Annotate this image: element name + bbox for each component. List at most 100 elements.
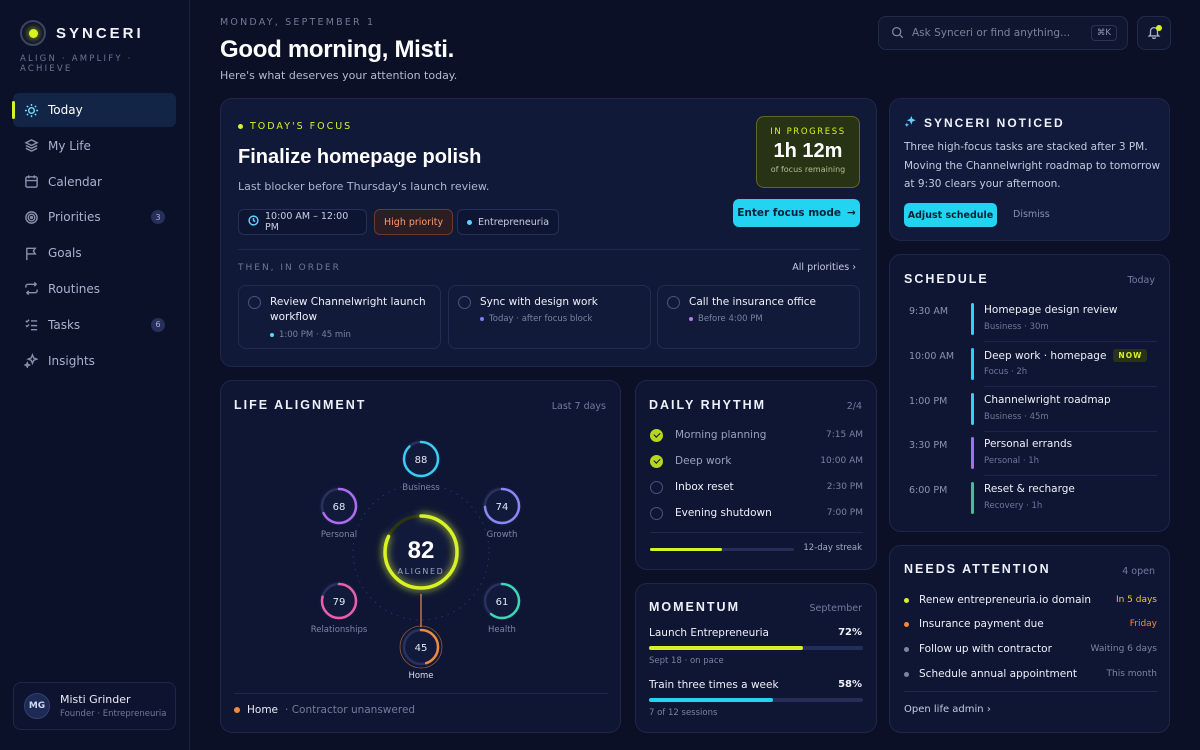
sparkle-icon <box>904 115 917 131</box>
alert-area: Home <box>247 704 279 716</box>
life-alignment-panel: LIFE ALIGNMENT Last 7 days 88 Business 74 G… <box>220 380 621 733</box>
attention-item[interactable]: Follow up with contractor Waiting 6 days <box>904 640 1157 658</box>
notifications-button[interactable] <box>1137 16 1171 50</box>
task-meta: Before 4:00 PM <box>689 314 763 324</box>
nav-item-goals[interactable]: Goals <box>13 236 176 270</box>
all-priorities-link[interactable]: All priorities › <box>792 262 856 273</box>
checkmark-icon[interactable] <box>650 428 663 442</box>
task-checkbox[interactable] <box>458 296 471 309</box>
nav-item-my-life[interactable]: My Life <box>13 129 176 163</box>
schedule-event[interactable]: 3:30 PM Personal errands Personal · 1h <box>904 437 1157 481</box>
goal-progress-fill <box>649 698 774 702</box>
nav-item-routines[interactable]: Routines <box>13 272 176 306</box>
attention-item[interactable]: Schedule annual appointment This month <box>904 665 1157 683</box>
routine-row[interactable]: Inbox reset 2:30 PM <box>650 477 863 497</box>
divider <box>650 532 863 533</box>
rhythm-count: 2/4 <box>846 401 862 412</box>
open-life-admin-link[interactable]: Open life admin › <box>904 704 991 715</box>
schedule-event[interactable]: 6:00 PM Reset & recharge Recovery · 1h <box>904 482 1157 526</box>
nav-item-calendar[interactable]: Calendar <box>13 165 176 199</box>
priority-chip[interactable]: High priority <box>374 209 454 235</box>
logo-icon <box>20 20 46 46</box>
arrow-right-icon: → <box>847 207 856 219</box>
nav-item-insights[interactable]: Insights <box>13 344 176 378</box>
routine-time: 7:00 PM <box>826 508 863 518</box>
needs-attention-panel: NEEDS ATTENTION 4 open Renew entrepreneu… <box>889 545 1170 733</box>
task-checkbox[interactable] <box>667 296 680 309</box>
search-bar[interactable]: Ask Synceri or find anything... ⌘K <box>878 16 1128 50</box>
routine-time: 10:00 AM <box>820 456 863 466</box>
divider <box>984 475 1157 476</box>
task-meta-text: Today · after focus block <box>489 314 593 324</box>
page-title: Good morning, Misti. <box>220 36 454 63</box>
flag-icon <box>23 245 39 261</box>
now-badge: NOW <box>1113 349 1148 362</box>
event-color-bar <box>971 482 974 514</box>
divider <box>234 693 608 694</box>
task-dot <box>480 317 484 321</box>
goal-name: Train three times a week <box>649 679 779 691</box>
goal-percent: 58% <box>838 679 862 690</box>
schedule-event[interactable]: 9:30 AM Homepage design review Business … <box>904 303 1157 347</box>
open-count: 4 open <box>1122 566 1155 577</box>
area-value: 61 <box>496 597 509 608</box>
task-title: Call the insurance office <box>689 296 816 308</box>
nav-label: Calendar <box>48 174 102 189</box>
user-role: Founder · Entrepreneuria <box>60 709 167 719</box>
adjust-schedule-button[interactable]: Adjust schedule <box>904 203 997 227</box>
next-task-card[interactable]: Call the insurance office Before 4:00 PM <box>657 285 860 349</box>
event-title-text: Homepage design review <box>984 304 1118 316</box>
checkmark-icon[interactable] <box>650 454 663 468</box>
task-title: Sync with design work <box>480 296 598 308</box>
routine-row[interactable]: Deep work 10:00 AM <box>650 451 863 471</box>
attention-item[interactable]: Insurance payment due Friday <box>904 615 1157 633</box>
attention-when: Friday <box>1129 619 1157 629</box>
event-title-text: Channelwright roadmap <box>984 394 1111 406</box>
user-card[interactable]: MG Misti Grinder Founder · Entrepreneuri… <box>13 682 176 730</box>
task-meta-text: 1:00 PM · 45 min <box>279 330 351 340</box>
routine-name: Inbox reset <box>675 481 734 493</box>
alert-row[interactable]: Home · Contractor unanswered <box>234 704 415 716</box>
event-time: 3:30 PM <box>909 440 948 451</box>
attention-when: Waiting 6 days <box>1090 644 1157 654</box>
open-life-admin-label: Open life admin <box>904 704 984 715</box>
sidebar: SYNCERI ALIGN · AMPLIFY · ACHIEVE Today … <box>0 0 190 750</box>
routine-row[interactable]: Morning planning 7:15 AM <box>650 425 863 445</box>
schedule-event[interactable]: 1:00 PM Channelwright roadmap Business ·… <box>904 393 1157 437</box>
page-subtitle: Here's what deserves your attention toda… <box>220 69 458 82</box>
schedule-event[interactable]: 10:00 AM Deep work · homepage NOW Focus … <box>904 348 1157 392</box>
event-color-bar <box>971 303 974 335</box>
period-label: Today <box>1127 275 1155 286</box>
routine-checkbox[interactable] <box>650 506 663 520</box>
nav-label: Goals <box>48 246 82 261</box>
enter-focus-button[interactable]: Enter focus mode → <box>733 199 860 227</box>
nav-item-priorities[interactable]: Priorities 3 <box>13 200 176 234</box>
nav-item-today[interactable]: Today <box>12 93 176 127</box>
attention-name: Renew entrepreneuria.io domain <box>919 594 1092 606</box>
search-icon <box>891 24 912 43</box>
attention-name: Schedule annual appointment <box>919 668 1078 680</box>
task-checkbox[interactable] <box>248 296 261 309</box>
routine-time: 2:30 PM <box>826 482 863 492</box>
next-task-card[interactable]: Sync with design work Today · after focu… <box>448 285 651 349</box>
search-input[interactable]: Ask Synceri or find anything... <box>912 27 1091 39</box>
focus-status: IN PROGRESS 1h 12m of focus remaining <box>756 116 860 188</box>
event-title-text: Reset & recharge <box>984 483 1075 495</box>
clock-icon <box>248 215 259 229</box>
routine-time: 7:15 AM <box>826 430 863 440</box>
project-chip[interactable]: Entrepreneuria <box>457 209 560 235</box>
goal-sub: 7 of 12 sessions <box>649 708 718 718</box>
nav-item-tasks[interactable]: Tasks 6 <box>13 308 176 342</box>
routine-row[interactable]: Evening shutdown 7:00 PM <box>650 503 863 523</box>
attention-item[interactable]: Renew entrepreneuria.io domain In 5 days <box>904 591 1157 609</box>
divider <box>238 249 860 250</box>
date-line: MONDAY, SEPTEMBER 1 <box>220 17 376 28</box>
routine-checkbox[interactable] <box>650 480 663 494</box>
event-sub: Recovery · 1h <box>984 501 1043 511</box>
area-label: Relationships <box>311 625 368 635</box>
next-task-card[interactable]: Review Channelwright launch workflow 1:0… <box>238 285 441 349</box>
dismiss-button[interactable]: Dismiss <box>1013 209 1050 220</box>
then-label: THEN, IN ORDER <box>238 263 341 273</box>
project-chip-label: Entrepreneuria <box>478 216 550 228</box>
brand[interactable]: SYNCERI <box>20 20 144 46</box>
